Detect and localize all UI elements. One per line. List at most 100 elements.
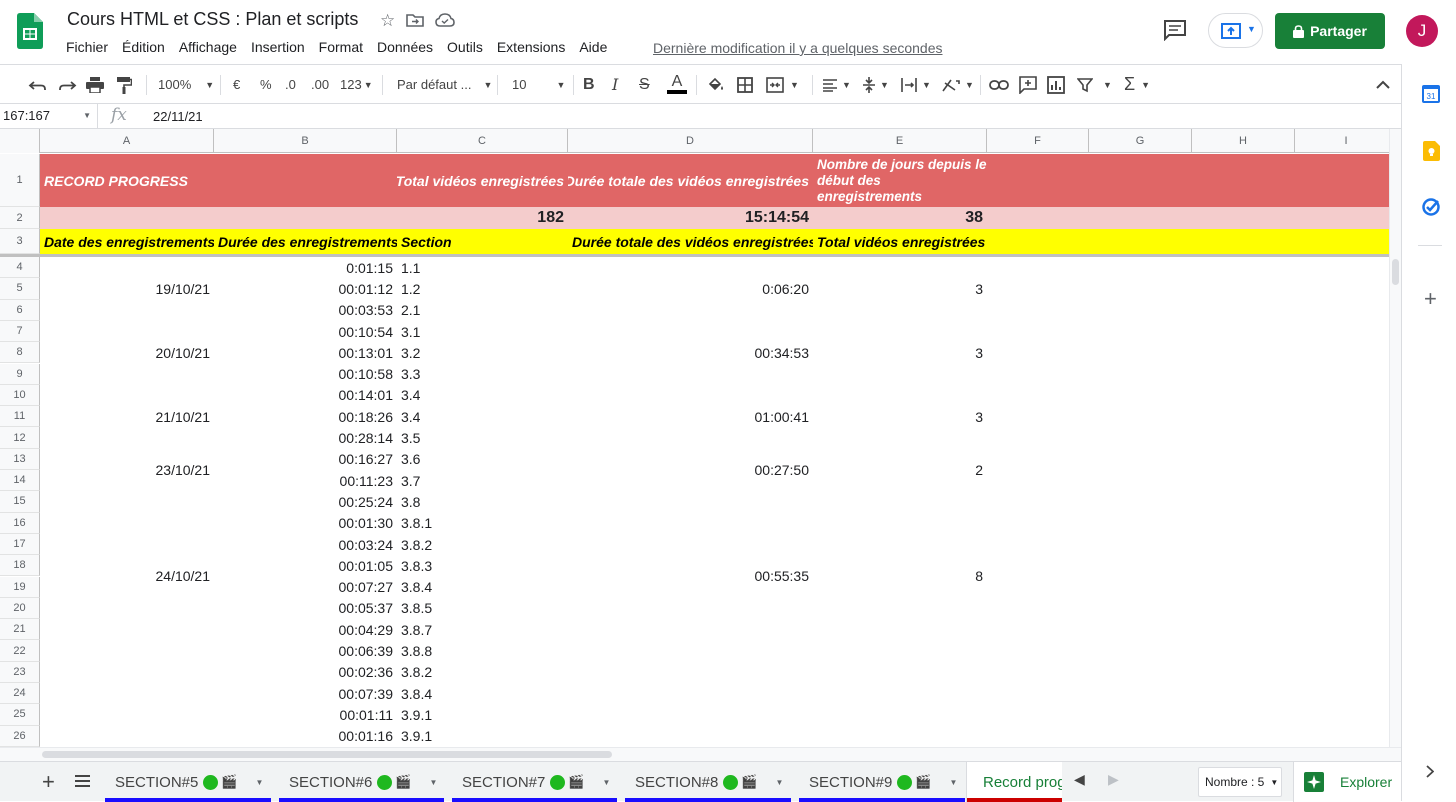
duration-cell[interactable]: 00:06:39 — [214, 640, 397, 661]
duration-cell[interactable]: 00:01:11 — [214, 704, 397, 725]
column-header-e[interactable]: E — [813, 129, 987, 153]
row-header-2[interactable]: 2 — [0, 207, 40, 229]
section-cell[interactable]: 3.8 — [397, 491, 568, 512]
tasks-icon[interactable] — [1422, 198, 1440, 216]
row-header[interactable]: 5 — [0, 278, 40, 300]
duration-cell[interactable]: 00:10:58 — [214, 364, 397, 385]
duration-cell[interactable]: 00:25:24 — [214, 491, 397, 512]
row-header[interactable]: 26 — [0, 725, 40, 747]
functions-icon[interactable]: Σ ▼ — [1124, 65, 1150, 104]
duration-cell[interactable]: 00:13:01 — [214, 342, 397, 363]
total-duration-cell[interactable]: 00:34:53 — [568, 321, 813, 385]
row-header[interactable]: 21 — [0, 619, 40, 641]
horizontal-scroll-thumb[interactable] — [42, 751, 612, 758]
video-count-cell[interactable]: 3 — [813, 257, 987, 321]
col-label-date[interactable]: Date des enregistrements — [40, 229, 214, 254]
text-wrap-icon[interactable]: ▼ — [900, 65, 931, 104]
tabs-scroll-right-icon[interactable]: ▶ — [1108, 771, 1119, 788]
chevron-down-icon[interactable]: ▼ — [430, 778, 438, 787]
menu-edition[interactable]: Édition — [122, 39, 165, 55]
merge-cells-icon[interactable]: ▼ — [766, 65, 799, 104]
show-side-panel-icon[interactable] — [1426, 765, 1434, 778]
row-header-3[interactable]: 3 — [0, 229, 40, 254]
total-duration-cell[interactable]: 0:06:20 — [568, 257, 813, 321]
fill-color-icon[interactable] — [707, 65, 725, 104]
date-cell[interactable]: 23/10/21 — [40, 449, 214, 492]
row-header[interactable]: 23 — [0, 661, 40, 683]
section-cell[interactable]: 3.5 — [397, 427, 568, 448]
video-count-cell[interactable]: 8 — [813, 491, 987, 661]
redo-icon[interactable] — [57, 65, 77, 104]
section-cell[interactable]: 3.3 — [397, 364, 568, 385]
row-header[interactable]: 14 — [0, 470, 40, 492]
row-header[interactable]: 4 — [0, 257, 40, 279]
date-cell[interactable]: 21/10/21 — [40, 385, 214, 449]
row-header[interactable]: 15 — [0, 491, 40, 513]
vertical-scroll-thumb[interactable] — [1392, 259, 1399, 285]
row-header[interactable]: 13 — [0, 448, 40, 470]
duration-cell[interactable]: 00:07:27 — [214, 577, 397, 598]
more-formats-button[interactable]: 123 ▼ — [340, 65, 373, 104]
share-button[interactable]: Partager — [1275, 13, 1385, 49]
col-label-duration[interactable]: Durée des enregistrements — [214, 229, 397, 254]
col-label-total-videos[interactable]: Total vidéos enregistrées — [813, 229, 987, 254]
insert-chart-icon[interactable] — [1047, 65, 1065, 104]
duration-cell[interactable]: 00:02:36 — [214, 662, 397, 683]
sheet-tab[interactable]: SECTION#8 🎬 ▼ — [625, 762, 791, 802]
duration-cell[interactable]: 00:11:23 — [214, 470, 397, 491]
duration-cell[interactable]: 00:01:12 — [214, 278, 397, 299]
zoom-select[interactable]: 100% ▼ — [158, 65, 214, 104]
sheet-tab[interactable]: SECTION#6 🎬 ▼ — [279, 762, 444, 802]
get-add-ons-icon[interactable]: + — [1424, 286, 1437, 312]
section-cell[interactable]: 3.8.4 — [397, 683, 568, 704]
column-header-c[interactable]: C — [397, 129, 568, 153]
menu-extensions[interactable]: Extensions — [497, 39, 565, 55]
percent-button[interactable]: % — [260, 65, 272, 104]
header-days-since-start[interactable]: Nombre de jours depuis le début des enre… — [813, 154, 987, 207]
section-cell[interactable]: 3.4 — [397, 385, 568, 406]
formula-input[interactable]: 22/11/21 — [153, 109, 203, 124]
col-label-total-duration[interactable]: Durée totale des vidéos enregistrées — [568, 229, 813, 254]
sheet-tab[interactable]: SECTION#9 🎬 ▼ — [799, 762, 965, 802]
duration-cell[interactable]: 00:18:26 — [214, 406, 397, 427]
stats-dropdown[interactable]: Nombre : 5 ▼ — [1198, 767, 1282, 797]
days-since-start-value[interactable]: 38 — [813, 207, 987, 229]
duration-cell[interactable]: 00:07:39 — [214, 683, 397, 704]
star-icon[interactable]: ☆ — [380, 11, 395, 31]
video-count-cell[interactable]: 3 — [813, 321, 987, 385]
section-cell[interactable]: 3.8.8 — [397, 640, 568, 661]
date-cell[interactable]: 20/10/21 — [40, 321, 214, 385]
text-rotation-icon[interactable]: ▼ — [941, 65, 974, 104]
section-cell[interactable]: 3.9.1 — [397, 726, 568, 747]
total-duration-cell[interactable]: 00:27:50 — [568, 449, 813, 492]
row-header[interactable]: 20 — [0, 597, 40, 620]
menu-insertion[interactable]: Insertion — [251, 39, 305, 55]
duration-cell[interactable]: 00:04:29 — [214, 619, 397, 640]
video-count-cell[interactable]: 2 — [813, 449, 987, 492]
duration-cell[interactable]: 00:28:14 — [214, 427, 397, 448]
section-cell[interactable]: 3.1 — [397, 321, 568, 342]
chevron-down-icon[interactable]: ▼ — [776, 778, 784, 787]
section-cell[interactable]: 3.8.5 — [397, 598, 568, 619]
menu-aide[interactable]: Aide — [579, 39, 607, 55]
row-header[interactable]: 18 — [0, 555, 40, 577]
comments-icon[interactable] — [1163, 19, 1187, 41]
row-header[interactable]: 24 — [0, 683, 40, 705]
collapse-toolbar-icon[interactable] — [1376, 65, 1390, 104]
tabs-scroll-left-icon[interactable]: ◀ — [1074, 771, 1085, 788]
font-select[interactable]: Par défaut ... ▼ — [397, 65, 492, 104]
row-header-1[interactable]: 1 — [0, 154, 40, 207]
strikethrough-icon[interactable]: S — [639, 65, 650, 104]
decrease-decimal-button[interactable]: .0 — [285, 65, 296, 104]
section-cell[interactable]: 3.6 — [397, 449, 568, 470]
align-vertical-icon[interactable]: ▼ — [862, 65, 889, 104]
column-header-a[interactable]: A — [40, 129, 214, 153]
document-title[interactable]: Cours HTML et CSS : Plan et scripts — [67, 9, 358, 30]
section-cell[interactable]: 3.2 — [397, 342, 568, 363]
section-cell[interactable]: 3.8.7 — [397, 619, 568, 640]
duration-cell[interactable]: 00:10:54 — [214, 321, 397, 342]
date-cell[interactable]: 24/10/21 — [40, 491, 214, 661]
column-header-h[interactable]: H — [1192, 129, 1295, 153]
select-all-corner[interactable] — [0, 129, 40, 153]
section-cell[interactable]: 3.8.4 — [397, 577, 568, 598]
